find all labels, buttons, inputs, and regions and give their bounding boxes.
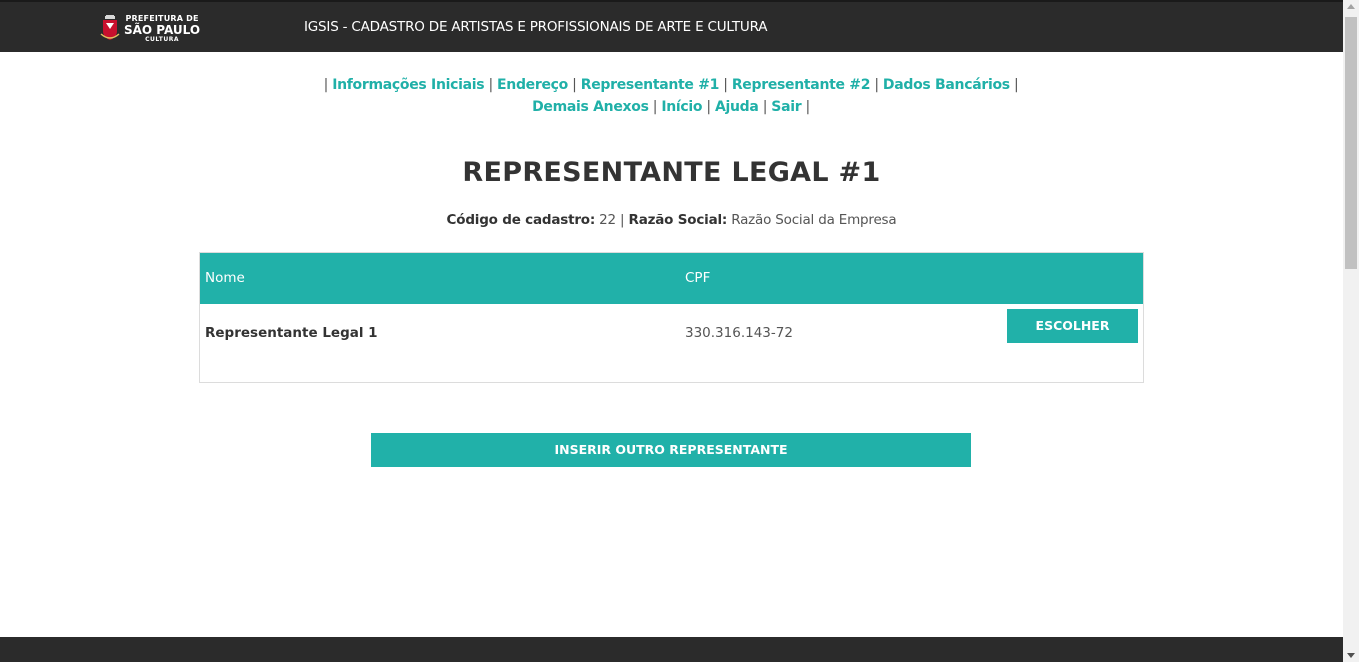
insert-representative-button[interactable]: INSERIR OUTRO REPRESENTANTE [371,433,971,467]
footer [0,637,1343,662]
nav-link-inicio[interactable]: Início [661,99,702,115]
representative-name: Representante Legal 1 [205,325,378,341]
nav-separator: | [488,77,493,93]
app-title: IGSIS - CADASTRO DE ARTISTAS E PROFISSIO… [304,19,768,35]
main-nav: | Informações Iniciais | Endereço | Repr… [310,74,1032,118]
logo-top-text: PREFEITURA DE [125,14,199,23]
logo-main-text: SÃO PAULO [124,23,201,37]
scrollbar-thumb[interactable] [1345,17,1357,269]
column-header-nome: Nome [205,270,245,286]
nav-separator: | [323,77,329,93]
company-label: Razão Social: [628,212,728,228]
logo-sub-text: CULTURA [145,36,179,43]
nav-link-endereco[interactable]: Endereço [497,77,568,93]
company-value: Razão Social da Empresa [731,212,897,228]
scroll-down-arrow-icon[interactable] [1347,653,1355,658]
page-title: REPRESENTANTE LEGAL #1 [462,157,881,188]
nav-separator: | [572,77,577,93]
nav-separator: | [1013,77,1019,93]
info-separator: | [620,212,625,228]
nav-link-demais-anexos[interactable]: Demais Anexos [532,99,649,115]
nav-separator: | [706,99,711,115]
nav-link-representante-1[interactable]: Representante #1 [581,77,720,93]
code-label: Código de cadastro: [446,212,596,228]
top-bar: PREFEITURA DE SÃO PAULO CULTURA IGSIS - … [0,0,1343,52]
nav-link-dados-bancarios[interactable]: Dados Bancários [883,77,1010,93]
nav-separator: | [874,77,879,93]
code-value: 22 [599,212,616,228]
nav-separator: | [652,99,658,115]
choose-button[interactable]: ESCOLHER [1007,309,1138,343]
representatives-table: Nome CPF Representante Legal 1 330.316.1… [199,252,1144,383]
nav-link-representante-2[interactable]: Representante #2 [732,77,871,93]
nav-separator: | [805,99,811,115]
column-header-cpf: CPF [685,270,711,286]
vertical-scrollbar[interactable] [1343,0,1359,662]
nav-link-ajuda[interactable]: Ajuda [715,99,759,115]
table-header: Nome CPF [200,253,1143,304]
representative-cpf: 330.316.143-72 [685,325,793,341]
prefeitura-logo[interactable]: PREFEITURA DE SÃO PAULO CULTURA [100,12,200,46]
nav-link-informacoes-iniciais[interactable]: Informações Iniciais [332,77,484,93]
table-row: Representante Legal 1 330.316.143-72 ESC… [200,304,1143,382]
nav-link-sair[interactable]: Sair [771,99,801,115]
scroll-up-arrow-icon[interactable] [1347,4,1355,9]
nav-separator: | [723,77,728,93]
coat-of-arms-icon [100,15,120,40]
registration-info: Código de cadastro: 22 | Razão Social: R… [0,212,1343,228]
nav-separator: | [762,99,768,115]
